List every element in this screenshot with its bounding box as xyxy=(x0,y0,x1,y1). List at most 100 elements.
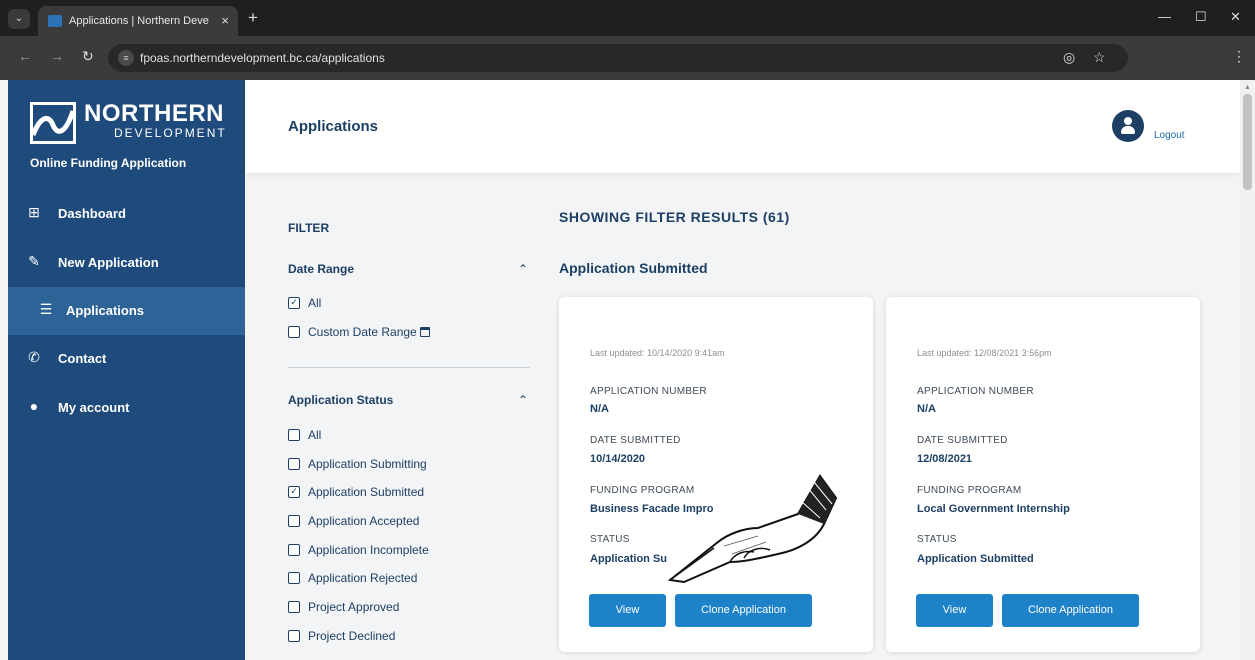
logo-title: NORTHERN xyxy=(84,100,224,127)
view-button[interactable]: View xyxy=(589,594,666,627)
logout-link[interactable]: Logout xyxy=(1154,130,1185,141)
sidebar-item-label: Dashboard xyxy=(58,206,126,221)
tab-search-button[interactable]: ⌄ xyxy=(8,9,30,29)
site-info-icon[interactable]: ≡ xyxy=(118,50,134,66)
maximize-icon[interactable]: ☐ xyxy=(1195,9,1207,25)
app-number-label: APPLICATION NUMBER xyxy=(590,386,707,397)
browser-toolbar: ← → ↻ ≡ fpoas.northerndevelopment.bc.ca/… xyxy=(0,36,1255,80)
filter-option-label: Application Submitted xyxy=(308,485,425,499)
calendar-icon[interactable] xyxy=(419,327,430,337)
status-group-heading: Application Submitted xyxy=(559,260,708,276)
filter-option-label: Application Rejected xyxy=(308,571,418,585)
pencil-icon: ✎ xyxy=(28,253,40,269)
sidebar-item-dashboard[interactable]: ⊞ Dashboard xyxy=(8,190,245,238)
last-updated: Last updated: 10/14/2020 9:41am xyxy=(590,348,725,358)
application-card: Last updated: 12/08/2021 3:56pm APPLICAT… xyxy=(886,297,1200,652)
date-submitted-label: DATE SUBMITTED xyxy=(590,435,681,446)
sidebar: NORTHERN DEVELOPMENT Online Funding Appl… xyxy=(8,80,245,660)
page-title: Applications xyxy=(288,118,379,135)
app-number-value: N/A xyxy=(590,403,609,415)
filter-option-label: Project Declined xyxy=(308,629,396,643)
sidebar-item-label: Applications xyxy=(66,303,145,318)
results-heading: SHOWING FILTER RESULTS (61) xyxy=(559,209,790,225)
bookmark-star-icon[interactable]: ☆ xyxy=(1093,49,1106,66)
back-arrow-icon[interactable]: ← xyxy=(18,48,32,64)
checkbox[interactable] xyxy=(288,544,300,556)
date-submitted-label: DATE SUBMITTED xyxy=(917,435,1008,446)
filter-title: FILTER xyxy=(288,221,330,235)
status-label: STATUS xyxy=(590,534,630,545)
favicon-icon xyxy=(48,15,62,27)
sidebar-item-label: Contact xyxy=(58,351,107,366)
checkbox[interactable] xyxy=(288,458,300,470)
avatar-head xyxy=(1124,117,1132,125)
reload-icon[interactable]: ↻ xyxy=(82,48,94,65)
sidebar-item-applications[interactable]: ☰ Applications xyxy=(8,287,245,335)
clone-application-button[interactable]: Clone Application xyxy=(1002,594,1139,627)
tab-title: Applications | Northern Develop xyxy=(69,15,209,27)
chevron-up-icon[interactable]: ⌃ xyxy=(518,393,528,407)
logo-mark-icon xyxy=(30,102,76,144)
checkbox[interactable] xyxy=(288,601,300,613)
browser-tab-bar: ⌄ Applications | Northern Develop × + — … xyxy=(0,0,1255,36)
page-scrollbar[interactable]: ▲ xyxy=(1240,80,1255,660)
funding-program-label: FUNDING PROGRAM xyxy=(917,485,1022,496)
new-tab-button[interactable]: + xyxy=(248,9,258,27)
url-text[interactable]: fpoas.northerndevelopment.bc.ca/applicat… xyxy=(140,51,385,65)
filter-option-label: Application Submitting xyxy=(308,457,427,471)
window-close-icon[interactable]: ✕ xyxy=(1230,9,1241,25)
browser-menu-icon[interactable]: ⋮ xyxy=(1232,48,1246,65)
phone-icon: ✆ xyxy=(28,349,40,365)
app-number-value: N/A xyxy=(917,403,936,415)
filter-option-label: Application Accepted xyxy=(308,514,420,528)
status-label: STATUS xyxy=(917,534,957,545)
application-status-title[interactable]: Application Status xyxy=(288,393,393,407)
avatar[interactable] xyxy=(1112,110,1144,142)
list-icon: ☰ xyxy=(39,301,53,317)
checkbox-checked[interactable]: ✓ xyxy=(288,486,300,498)
status-value: Application Submitted xyxy=(917,553,1034,565)
filter-option-label: Application Incomplete xyxy=(308,543,429,557)
sidebar-item-new-application[interactable]: ✎ New Application xyxy=(8,239,245,287)
sidebar-item-label: My account xyxy=(58,400,130,415)
sidebar-item-label: New Application xyxy=(58,255,159,270)
filter-option-label: Custom Date Range xyxy=(308,325,430,339)
checkbox[interactable] xyxy=(288,515,300,527)
address-bar[interactable]: ≡ fpoas.northerndevelopment.bc.ca/applic… xyxy=(108,44,1128,72)
page-header: Applications Logout xyxy=(245,80,1240,173)
filter-divider xyxy=(288,367,530,368)
checkbox[interactable] xyxy=(288,572,300,584)
last-updated: Last updated: 12/08/2021 3:56pm xyxy=(917,348,1052,358)
forward-arrow-icon[interactable]: → xyxy=(50,48,64,64)
eye-off-icon[interactable]: ◎ xyxy=(1063,49,1075,66)
view-button[interactable]: View xyxy=(916,594,993,627)
logo-subtitle: DEVELOPMENT xyxy=(114,126,227,140)
app-subtitle: Online Funding Application xyxy=(30,156,187,170)
scroll-up-icon[interactable]: ▲ xyxy=(1244,84,1251,91)
pointing-hand-icon xyxy=(667,474,838,584)
user-icon: ● xyxy=(29,398,39,414)
avatar-body xyxy=(1121,126,1135,134)
date-range-title[interactable]: Date Range xyxy=(288,262,354,276)
clone-application-button[interactable]: Clone Application xyxy=(675,594,812,627)
grid-icon: ⊞ xyxy=(28,204,40,220)
app-number-label: APPLICATION NUMBER xyxy=(917,386,1034,397)
funding-program-value: Local Government Internship xyxy=(917,503,1070,515)
chevron-up-icon[interactable]: ⌃ xyxy=(518,262,528,276)
tab-close-icon[interactable]: × xyxy=(221,13,229,28)
checkbox-checked[interactable]: ✓ xyxy=(288,297,300,309)
sidebar-item-contact[interactable]: ✆ Contact xyxy=(8,335,245,383)
checkbox[interactable] xyxy=(288,630,300,642)
filter-option-label: All xyxy=(308,428,322,442)
filter-option-label: Project Approved xyxy=(308,600,400,614)
date-submitted-value: 10/14/2020 xyxy=(590,453,646,465)
checkbox[interactable] xyxy=(288,326,300,338)
checkbox[interactable] xyxy=(288,429,300,441)
scroll-thumb[interactable] xyxy=(1243,94,1252,190)
northern-development-logo[interactable]: NORTHERN DEVELOPMENT xyxy=(30,100,225,146)
filter-option-label: All xyxy=(308,296,322,310)
minimize-icon[interactable]: — xyxy=(1158,9,1171,24)
browser-tab[interactable]: Applications | Northern Develop × xyxy=(38,6,238,36)
date-submitted-value: 12/08/2021 xyxy=(917,453,973,465)
sidebar-item-my-account[interactable]: ● My account xyxy=(8,384,245,432)
